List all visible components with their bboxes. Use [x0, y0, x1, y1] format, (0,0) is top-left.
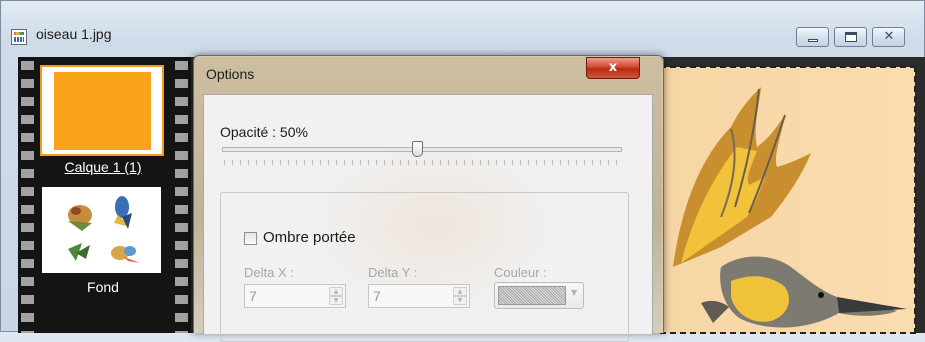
spin-down-icon[interactable]: ▼ [453, 296, 467, 305]
layer-thumbnail-fond[interactable] [42, 187, 161, 273]
chevron-down-icon: ▼ [571, 288, 578, 297]
delta-y-spinbox[interactable]: 7 ▲ ▼ [368, 284, 470, 308]
delta-x-label: Delta X : [244, 265, 294, 280]
dialog-content: Opacité : 50% Ombre portée Delta X : 7 ▲… [203, 94, 653, 342]
layer-color-swatch [54, 72, 151, 150]
delta-y-label: Delta Y : [368, 265, 418, 280]
main-window: oiseau 1.jpg ✕ Calque 1 (1) Fond Options… [0, 0, 925, 342]
dialog-close-button[interactable]: x [586, 57, 640, 79]
delta-x-value[interactable]: 7 [249, 288, 257, 304]
title-bar[interactable]: oiseau 1.jpg ✕ [1, 1, 924, 51]
bird-illustration-icon [673, 87, 907, 328]
options-dialog: Options x Opacité : 50% Ombre portée Del… [193, 55, 664, 342]
close-icon: ✕ [883, 29, 895, 44]
drop-shadow-checkbox[interactable] [244, 232, 257, 245]
opacity-slider-ticks [224, 160, 622, 165]
opacity-label: Opacité : 50% [220, 124, 308, 140]
canvas-image[interactable] [660, 66, 916, 334]
birds-thumbnail-icon [68, 196, 140, 263]
layer-label[interactable]: Calque 1 (1) [38, 159, 168, 175]
shadow-color-picker[interactable]: ▼ [494, 282, 584, 309]
minimize-button[interactable] [796, 27, 829, 47]
opacity-slider-thumb[interactable] [411, 141, 423, 157]
delta-y-value[interactable]: 7 [373, 288, 381, 304]
spin-up-icon[interactable]: ▲ [329, 287, 343, 296]
spin-down-icon[interactable]: ▼ [329, 296, 343, 305]
shadow-color-swatch [498, 286, 566, 305]
delta-x-spinbox[interactable]: 7 ▲ ▼ [244, 284, 346, 308]
maximize-button[interactable] [834, 27, 867, 47]
color-label: Couleur : [494, 265, 547, 280]
drop-shadow-label[interactable]: Ombre portée [263, 229, 356, 246]
image-file-icon [11, 29, 27, 45]
maximize-icon [845, 32, 857, 42]
delta-y-spin-buttons[interactable]: ▲ ▼ [453, 287, 467, 305]
close-button[interactable]: ✕ [872, 27, 905, 47]
film-perforation [21, 57, 34, 333]
layer-label[interactable]: Fond [38, 279, 168, 295]
close-icon: x [608, 60, 618, 75]
dialog-title: Options [206, 66, 255, 82]
spin-up-icon[interactable]: ▲ [453, 287, 467, 296]
minimize-icon [808, 39, 818, 42]
window-title: oiseau 1.jpg [36, 26, 112, 42]
layers-panel: Calque 1 (1) Fond [18, 57, 191, 333]
delta-x-spin-buttons[interactable]: ▲ ▼ [329, 287, 343, 305]
layer-thumbnail-calque-1[interactable] [40, 65, 164, 156]
film-perforation [175, 57, 188, 333]
